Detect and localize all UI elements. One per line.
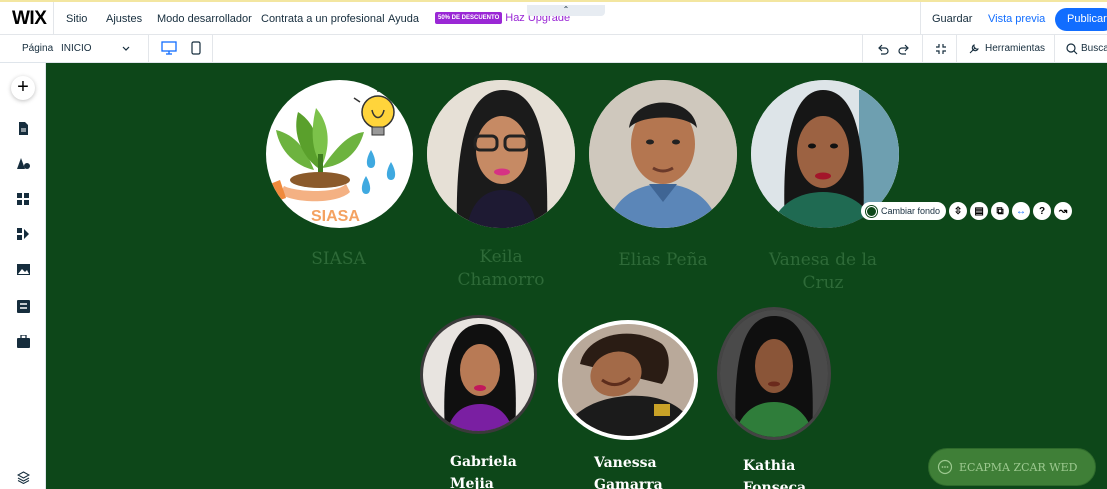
divider	[956, 35, 957, 63]
tools-button[interactable]: Herramientas	[985, 43, 1045, 54]
apps-icon[interactable]	[17, 193, 30, 206]
layout-icon[interactable]: ▤	[970, 202, 989, 220]
tools-icon[interactable]	[968, 43, 980, 55]
menu-sitio[interactable]: Sitio	[66, 13, 87, 25]
member-name-kathia[interactable]: Kathia Fonseca	[743, 455, 833, 489]
undo-icon[interactable]	[877, 44, 889, 55]
divider	[53, 2, 54, 35]
portrait-gabriela[interactable]	[420, 315, 537, 434]
discount-badge: 50% DE DESCUENTO	[435, 12, 503, 24]
desktop-view-icon[interactable]	[161, 41, 177, 55]
portrait-kathia[interactable]	[717, 307, 831, 440]
person-photo-icon	[562, 324, 694, 436]
divider	[148, 35, 149, 63]
member-name-siasa[interactable]: SIASA	[286, 248, 391, 271]
mobile-view-icon[interactable]	[191, 41, 201, 55]
siasa-logo-image[interactable]: SIASA	[266, 80, 413, 228]
chat-label: ECAPMA ZCAR WED	[959, 460, 1078, 474]
animation-icon[interactable]: ↝	[1054, 202, 1073, 220]
wix-logo[interactable]: WIX	[12, 8, 47, 30]
svg-text:SIASA: SIASA	[311, 208, 360, 225]
portrait-keila[interactable]	[427, 80, 575, 228]
design-icon[interactable]	[17, 157, 30, 170]
portrait-elias[interactable]	[589, 80, 737, 228]
change-background-button[interactable]: Cambiar fondo	[861, 202, 947, 220]
business-icon[interactable]	[17, 228, 30, 241]
duplicate-icon[interactable]: ⧉	[991, 202, 1010, 220]
change-background-label: Cambiar fondo	[881, 206, 941, 216]
portfolio-icon[interactable]	[17, 335, 30, 348]
person-photo-icon	[720, 310, 828, 437]
page-label: Página	[22, 43, 54, 54]
top-bar: WIX Sitio Ajustes Modo desarrollador Con…	[0, 0, 1107, 35]
menu-modo-desarrollador[interactable]: Modo desarrollador	[157, 13, 252, 25]
divider	[920, 2, 921, 35]
stretch-icon[interactable]: ↔	[1012, 202, 1031, 220]
page-selector[interactable]: INICIO	[61, 43, 92, 54]
publish-button[interactable]: Publicar	[1055, 8, 1107, 31]
search-icon[interactable]	[1066, 43, 1078, 55]
media-icon[interactable]	[17, 263, 30, 276]
member-name-gabriela[interactable]: Gabriela Mejia	[450, 451, 540, 489]
chevron-down-icon[interactable]	[122, 46, 130, 52]
member-name-keila[interactable]: Keila Chamorro	[446, 246, 556, 292]
menu-ajustes[interactable]: Ajustes	[106, 13, 142, 25]
plant-logo-icon: SIASA	[270, 86, 399, 225]
menu-ayuda[interactable]: Ayuda	[388, 13, 419, 25]
bg-color-swatch	[866, 205, 877, 217]
left-sidebar: +	[0, 63, 46, 489]
chat-bubble-icon	[937, 459, 953, 475]
member-name-vanesa[interactable]: Vanesa de la Cruz	[768, 249, 878, 295]
cms-icon[interactable]	[17, 300, 30, 313]
zoom-out-icon[interactable]	[935, 43, 947, 55]
portrait-vanessa[interactable]	[558, 320, 698, 440]
divider	[862, 35, 863, 63]
chat-widget[interactable]: ECAPMA ZCAR WED	[928, 448, 1096, 486]
page-canvas[interactable]: SIASA SIASA Keila Chamorro Elias Peña Va…	[46, 63, 1107, 489]
pages-icon[interactable]	[17, 122, 30, 135]
person-photo-icon	[423, 318, 534, 431]
menu-contrata-profesional[interactable]: Contrata a un profesional	[261, 13, 385, 25]
section-toolbar: Cambiar fondo ⇳ ▤ ⧉ ↔ ? ↝	[861, 202, 1073, 220]
editor-subbar: Página INICIO Herramientas Busca	[0, 35, 1107, 63]
search-button[interactable]: Busca	[1081, 43, 1107, 54]
help-icon[interactable]: ?	[1033, 202, 1052, 220]
layers-icon[interactable]	[17, 471, 30, 484]
save-button[interactable]: Guardar	[932, 13, 972, 25]
preview-button[interactable]: Vista previa	[988, 13, 1045, 25]
arrange-icon[interactable]: ⇳	[949, 202, 968, 220]
member-name-elias[interactable]: Elias Peña	[608, 249, 718, 272]
divider	[922, 35, 923, 63]
redo-icon[interactable]	[898, 44, 910, 55]
collapse-toolbar-button[interactable]: ⌃	[527, 5, 605, 16]
person-photo-icon	[427, 80, 575, 228]
divider	[1054, 35, 1055, 63]
add-elements-button[interactable]: +	[11, 76, 35, 100]
person-photo-icon	[589, 80, 737, 228]
divider	[212, 35, 213, 63]
member-name-vanessa[interactable]: Vanessa Gamarra	[594, 452, 684, 489]
